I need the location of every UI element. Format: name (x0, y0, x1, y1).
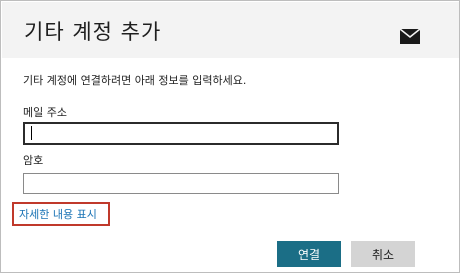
email-field[interactable] (23, 122, 339, 145)
dialog-header: 기타 계정 추가 (2, 2, 459, 58)
cancel-button[interactable]: 취소 (351, 241, 415, 267)
add-account-dialog: 기타 계정 추가 기타 계정에 연결하려면 아래 정보를 입력하세요. 메일 주… (0, 0, 460, 273)
password-label: 암호 (23, 154, 44, 167)
connect-button[interactable]: 연결 (277, 241, 341, 267)
instruction-text: 기타 계정에 연결하려면 아래 정보를 입력하세요. (23, 74, 247, 87)
dialog-title: 기타 계정 추가 (24, 20, 162, 44)
email-label: 메일 주소 (23, 106, 67, 119)
text-caret (31, 126, 32, 140)
password-field[interactable] (23, 173, 339, 194)
mail-icon (400, 29, 420, 44)
show-more-details-link[interactable]: 자세한 내용 표시 (19, 206, 97, 222)
